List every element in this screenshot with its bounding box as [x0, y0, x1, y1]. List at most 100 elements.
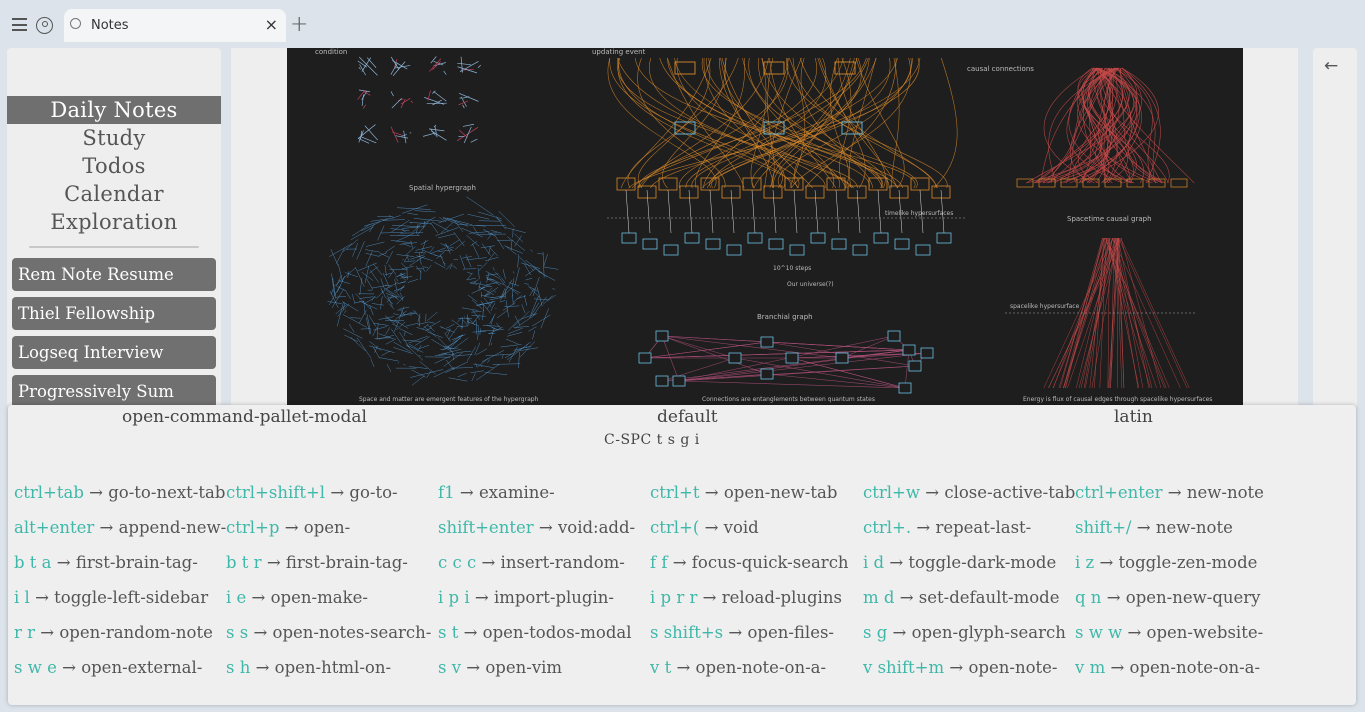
nav-item-todos[interactable]: Todos: [7, 152, 221, 180]
keybinding-item[interactable]: shift+/ → new-note: [1075, 518, 1287, 537]
keybinding-item[interactable]: i p r r → reload-plugins: [650, 588, 862, 607]
keybinding-command: go-to-: [349, 483, 398, 502]
note-item-logseq-interview[interactable]: Logseq Interview: [12, 336, 216, 369]
caption-our-universe: Our universe(?): [787, 281, 834, 288]
keybinding-item[interactable]: s w w → open-website-: [1075, 623, 1287, 642]
tab-title: Notes: [91, 18, 129, 33]
browser-tab-bar: Notes × +: [0, 0, 1365, 48]
back-arrow-icon[interactable]: ←: [1324, 56, 1338, 76]
keybinding-key: ctrl+p: [226, 518, 280, 537]
keybinding-item[interactable]: s v → open-vim: [438, 658, 650, 677]
arrow-icon: →: [702, 588, 717, 607]
mode-name: open-command-pallet-modal: [122, 407, 367, 427]
keybinding-command: go-to-next-tab: [108, 483, 226, 502]
note-item-rem-note-resume[interactable]: Rem Note Resume: [12, 258, 216, 291]
tab-close-icon[interactable]: ×: [265, 15, 278, 34]
key-sequence-buffer: C-SPC t s g i: [604, 432, 700, 448]
keybinding-key: ctrl+(: [650, 518, 700, 537]
keybinding-item[interactable]: i l → toggle-left-sidebar: [14, 588, 226, 607]
nav-item-study[interactable]: Study: [7, 124, 221, 152]
keybinding-item[interactable]: s h → open-html-on-: [226, 658, 438, 677]
keybinding-item[interactable]: i z → toggle-zen-mode: [1075, 553, 1287, 572]
keybinding-item[interactable]: ctrl+p → open-: [226, 518, 438, 537]
keybinding-item[interactable]: c c c → insert-random-: [438, 553, 650, 572]
keybinding-item[interactable]: ctrl+. → repeat-last-: [863, 518, 1075, 537]
keybinding-item[interactable]: b t a → first-brain-tag-: [14, 553, 226, 572]
keybinding-key: r r: [14, 623, 36, 642]
keybinding-grid: ctrl+tab → go-to-next-tab ctrl+shift+l → …: [14, 483, 1354, 693]
caption-spacetime-causal-graph: Spacetime causal graph: [1067, 215, 1152, 223]
nav-item-exploration[interactable]: Exploration: [7, 208, 221, 236]
keybinding-command: open-glyph-search: [911, 623, 1066, 642]
keybinding-item[interactable]: s w e → open-external-: [14, 658, 226, 677]
keybinding-key: ctrl+t: [650, 483, 700, 502]
keybinding-command: toggle-left-sidebar: [54, 588, 209, 607]
keybinding-item[interactable]: v t → open-note-on-a-: [650, 658, 862, 677]
account-icon[interactable]: [36, 17, 53, 34]
figure-artwork: [327, 56, 1197, 394]
keybinding-item[interactable]: ctrl+w → close-active-tab: [863, 483, 1075, 502]
note-item-thiel-fellowship[interactable]: Thiel Fellowship: [12, 297, 216, 330]
caption-timelike: timelike hypersurfaces: [885, 210, 953, 217]
browser-tab[interactable]: Notes ×: [64, 9, 286, 42]
keybinding-key: shift+enter: [438, 518, 534, 537]
arrow-icon: →: [266, 553, 281, 572]
nav-item-daily-notes[interactable]: Daily Notes: [7, 96, 221, 124]
nav-item-calendar[interactable]: Calendar: [7, 180, 221, 208]
keybinding-item[interactable]: s t → open-todos-modal: [438, 623, 650, 642]
tab-favicon-icon: [70, 18, 81, 29]
keybinding-item[interactable]: b t r → first-brain-tag-: [226, 553, 438, 572]
caption-footnote-left: Space and matter are emergent features o…: [359, 396, 539, 403]
keybinding-item[interactable]: ctrl+enter → new-note: [1075, 483, 1287, 502]
keybinding-command: open-random-note: [59, 623, 213, 642]
arrow-icon: →: [481, 553, 496, 572]
keybinding-item[interactable]: s shift+s → open-files-: [650, 623, 862, 642]
keybinding-item[interactable]: alt+enter → append-new-: [14, 518, 226, 537]
note-item-progressively-sum[interactable]: Progressively Sum: [12, 375, 216, 408]
keybinding-item[interactable]: i e → open-make-: [226, 588, 438, 607]
keybinding-command: focus-quick-search: [691, 553, 849, 572]
keybinding-key: ctrl+shift+l: [226, 483, 326, 502]
keybinding-key: s w w: [1075, 623, 1123, 642]
new-tab-button[interactable]: +: [290, 12, 308, 37]
keybinding-command: set-default-mode: [918, 588, 1060, 607]
keybinding-command: void:add-: [557, 518, 636, 537]
arrow-icon: →: [899, 588, 914, 607]
arrow-icon: →: [1099, 553, 1114, 572]
keybinding-item[interactable]: i p i → import-plugin-: [438, 588, 650, 607]
keybinding-item[interactable]: v m → open-note-on-a-: [1075, 658, 1287, 677]
keybinding-item[interactable]: m d → set-default-mode: [863, 588, 1075, 607]
keybinding-command: insert-random-: [500, 553, 625, 572]
keybinding-item[interactable]: f1 → examine-: [438, 483, 650, 502]
arrow-icon: →: [40, 623, 55, 642]
keybinding-key: i l: [14, 588, 30, 607]
keybinding-key: q n: [1075, 588, 1102, 607]
keybinding-key: s g: [863, 623, 888, 642]
keybinding-item[interactable]: v shift+m → open-note-: [863, 658, 1075, 677]
keybinding-item[interactable]: s s → open-notes-search-: [226, 623, 438, 642]
keybinding-item[interactable]: s g → open-glyph-search: [863, 623, 1075, 642]
keybinding-key: alt+enter: [14, 518, 95, 537]
keybinding-command: open-new-tab: [723, 483, 838, 502]
keybinding-command: new-note: [1186, 483, 1264, 502]
keybinding-item[interactable]: ctrl+t → open-new-tab: [650, 483, 862, 502]
keybinding-key: b t a: [14, 553, 52, 572]
arrow-icon: →: [474, 588, 489, 607]
keybinding-item[interactable]: q n → open-new-query: [1075, 588, 1287, 607]
keybinding-row: r r → open-random-note s s → open-notes-s…: [14, 623, 1354, 658]
arrow-icon: →: [728, 623, 743, 642]
keybinding-key: c c c: [438, 553, 477, 572]
keybinding-item[interactable]: ctrl+( → void: [650, 518, 862, 537]
keybinding-item[interactable]: f f → focus-quick-search: [650, 553, 862, 572]
keybinding-item[interactable]: ctrl+tab → go-to-next-tab: [14, 483, 226, 502]
keymap-layer: default: [657, 407, 718, 427]
keybinding-key: ctrl+w: [863, 483, 920, 502]
keybinding-item[interactable]: i d → toggle-dark-mode: [863, 553, 1075, 572]
arrow-icon: →: [676, 658, 691, 677]
keybinding-key: v shift+m: [863, 658, 945, 677]
hamburger-menu-icon[interactable]: [12, 18, 27, 31]
keybinding-item[interactable]: r r → open-random-note: [14, 623, 226, 642]
keybinding-command: first-brain-tag-: [75, 553, 198, 572]
keybinding-item[interactable]: ctrl+shift+l → go-to-: [226, 483, 438, 502]
keybinding-item[interactable]: shift+enter → void:add-: [438, 518, 650, 537]
